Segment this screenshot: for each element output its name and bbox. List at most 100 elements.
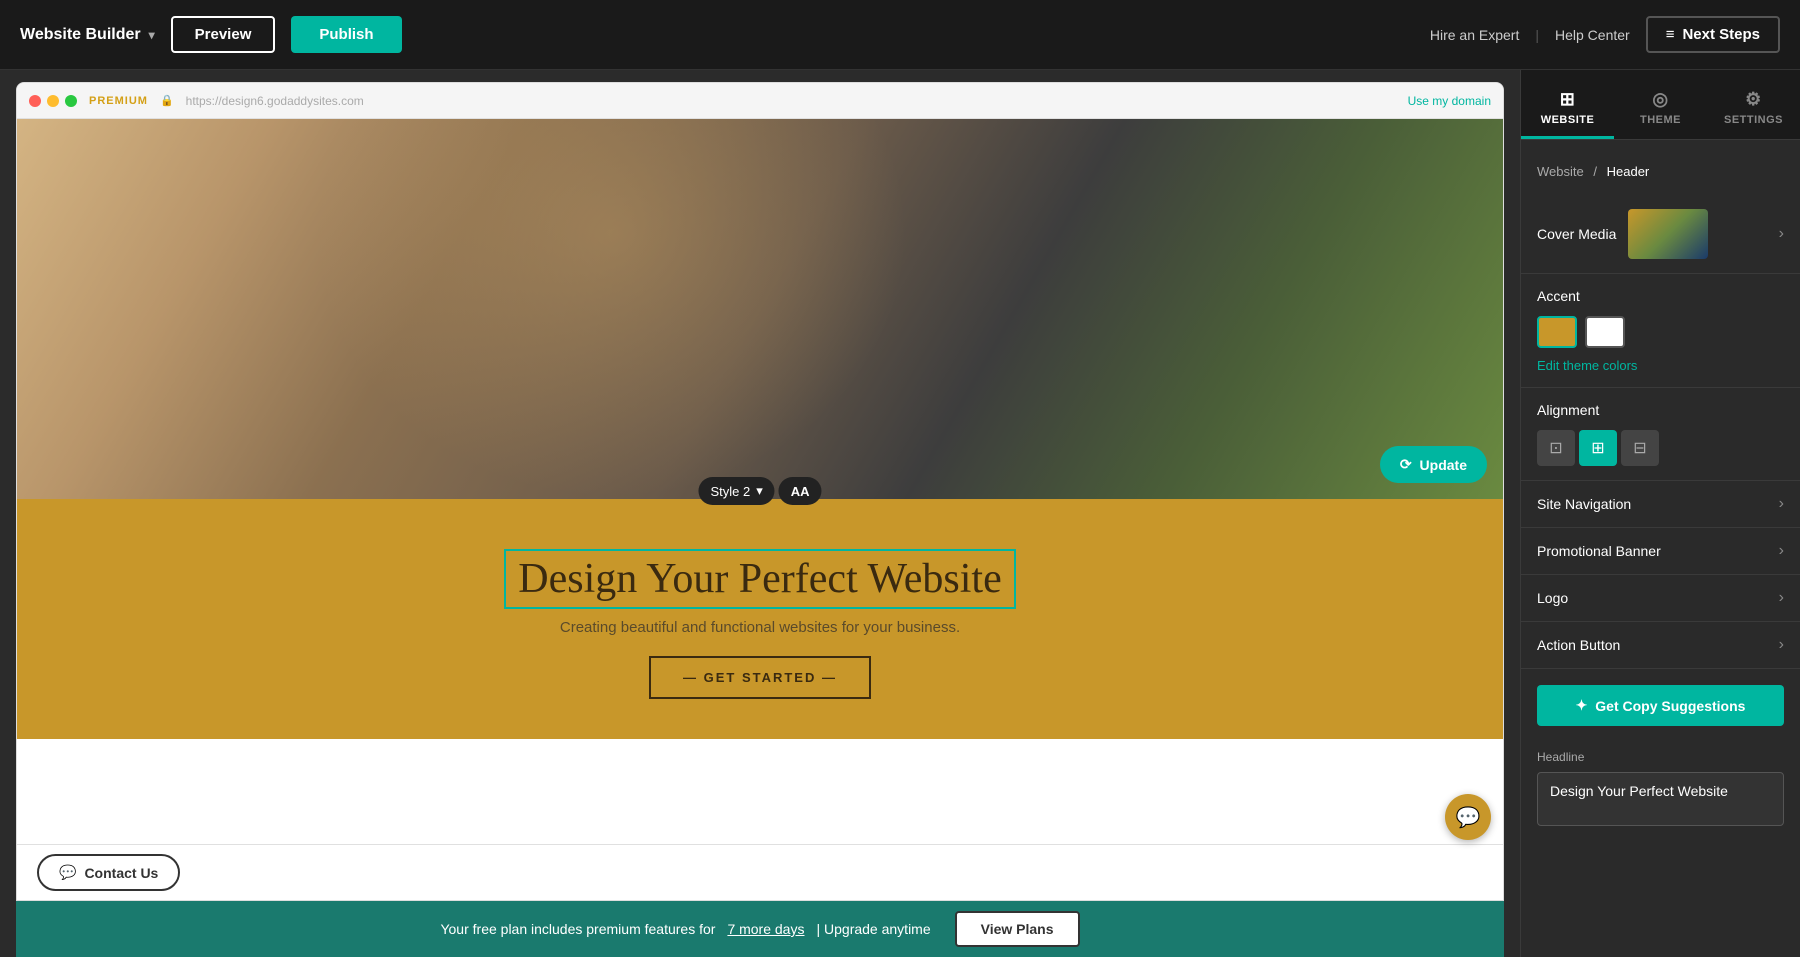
theme-tab-icon: ◎	[1652, 89, 1668, 110]
breadcrumb-separator: /	[1593, 164, 1597, 179]
hero-text-section: Style 2 ▾ AA Design Your Perfect Website…	[17, 499, 1503, 739]
browser-bar: PREMIUM 🔒 https://design6.godaddysites.c…	[17, 83, 1503, 119]
site-navigation-row[interactable]: Site Navigation ›	[1521, 481, 1800, 528]
contact-us-bar: 💬 Contact Us	[17, 844, 1503, 900]
upgrade-text: Your free plan includes premium features…	[440, 921, 715, 937]
chat-bubble-icon: 💬	[1456, 805, 1481, 830]
action-button-chevron-icon: ›	[1779, 636, 1784, 654]
browser-dots	[29, 95, 77, 107]
premium-badge: PREMIUM	[89, 95, 148, 107]
align-left-button[interactable]: ⊡	[1537, 430, 1575, 466]
publish-button[interactable]: Publish	[291, 16, 401, 53]
align-right-button[interactable]: ⊟	[1621, 430, 1659, 466]
cover-media-label: Cover Media	[1537, 226, 1616, 242]
accent-label: Accent	[1537, 288, 1784, 304]
top-bar-left: Website Builder ▾ Preview Publish	[20, 16, 402, 53]
cover-media-thumbnail	[1628, 209, 1708, 259]
website-builder-button[interactable]: Website Builder ▾	[20, 26, 155, 44]
panel-content: Website / Header Cover Media › Accent	[1521, 140, 1800, 957]
chevron-down-icon: ▾	[756, 483, 763, 499]
website-preview: ⟳ Update Style 2 ▾ AA Design Your Perfec…	[17, 119, 1503, 900]
site-navigation-label: Site Navigation	[1537, 496, 1631, 512]
accent-color-swatch-2[interactable]	[1585, 316, 1625, 348]
accent-colors	[1537, 316, 1784, 348]
upgrade-banner: Your free plan includes premium features…	[16, 901, 1504, 957]
contact-us-button[interactable]: 💬 Contact Us	[37, 854, 180, 891]
upgrade-days-link[interactable]: 7 more days	[727, 921, 804, 937]
cover-media-chevron-icon: ›	[1779, 225, 1784, 243]
lock-icon: 🔒	[160, 94, 174, 107]
preview-button[interactable]: Preview	[171, 16, 276, 53]
top-bar: Website Builder ▾ Preview Publish Hire a…	[0, 0, 1800, 70]
edit-theme-colors-link[interactable]: Edit theme colors	[1537, 358, 1784, 373]
logo-chevron-icon: ›	[1779, 589, 1784, 607]
update-button[interactable]: ⟳ Update	[1380, 446, 1487, 483]
separator: |	[1535, 27, 1539, 43]
logo-label: Logo	[1537, 590, 1568, 606]
promotional-banner-label: Promotional Banner	[1537, 543, 1661, 559]
action-button-label: Action Button	[1537, 637, 1620, 653]
settings-tab-label: SETTINGS	[1724, 114, 1783, 126]
main-layout: PREMIUM 🔒 https://design6.godaddysites.c…	[0, 70, 1800, 957]
alignment-section: Alignment ⊡ ⊞ ⊟	[1521, 388, 1800, 481]
refresh-icon: ⟳	[1400, 456, 1412, 473]
accent-color-swatch-1[interactable]	[1537, 316, 1577, 348]
upgrade-separator: | Upgrade anytime	[816, 921, 930, 937]
website-builder-label: Website Builder	[20, 26, 141, 44]
dot-red	[29, 95, 41, 107]
chevron-down-icon: ▾	[149, 28, 155, 42]
url-bar: https://design6.godaddysites.com	[186, 94, 1396, 108]
align-center-button[interactable]: ⊞	[1579, 430, 1617, 466]
tab-theme[interactable]: ◎ THEME	[1614, 70, 1707, 139]
action-button-row[interactable]: Action Button ›	[1521, 622, 1800, 669]
use-domain-link[interactable]: Use my domain	[1408, 94, 1491, 108]
accent-section: Accent Edit theme colors	[1521, 274, 1800, 388]
cover-media-row: Cover Media	[1537, 209, 1708, 259]
hero-image: ⟳ Update	[17, 119, 1503, 499]
dot-yellow	[47, 95, 59, 107]
headline-input[interactable]	[1537, 772, 1784, 826]
breadcrumb-parent[interactable]: Website	[1537, 164, 1584, 179]
canvas-area: PREMIUM 🔒 https://design6.godaddysites.c…	[0, 70, 1520, 957]
view-plans-button[interactable]: View Plans	[955, 911, 1080, 947]
dot-green	[65, 95, 77, 107]
site-navigation-chevron-icon: ›	[1779, 495, 1784, 513]
tab-website[interactable]: ⊞ WEBSITE	[1521, 70, 1614, 139]
headline-field-label: Headline	[1537, 750, 1784, 764]
alignment-buttons: ⊡ ⊞ ⊟	[1537, 430, 1784, 466]
hero-headline[interactable]: Design Your Perfect Website	[504, 549, 1015, 609]
get-copy-suggestions-button[interactable]: ✦ Get Copy Suggestions	[1537, 685, 1784, 726]
hire-expert-link[interactable]: Hire an Expert	[1430, 27, 1519, 43]
promotional-banner-chevron-icon: ›	[1779, 542, 1784, 560]
breadcrumb: Website / Header	[1521, 156, 1800, 195]
top-bar-center: Hire an Expert | Help Center ≡ Next Step…	[1430, 16, 1780, 53]
text-size-button[interactable]: AA	[779, 477, 822, 505]
headline-section: Headline	[1521, 742, 1800, 839]
help-center-link[interactable]: Help Center	[1555, 27, 1630, 43]
panel-tabs: ⊞ WEBSITE ◎ THEME ⚙ SETTINGS	[1521, 70, 1800, 140]
breadcrumb-current: Header	[1607, 164, 1650, 179]
theme-tab-label: THEME	[1640, 114, 1681, 126]
style-dropdown[interactable]: Style 2 ▾	[698, 477, 774, 505]
sparkle-icon: ✦	[1576, 697, 1588, 714]
dash-icon: —	[683, 670, 704, 685]
dash-icon-end: —	[822, 670, 837, 685]
chat-bubble-button[interactable]: 💬	[1445, 794, 1491, 840]
settings-tab-icon: ⚙	[1745, 89, 1762, 110]
cta-button[interactable]: — GET STARTED —	[649, 656, 871, 699]
browser-chrome: PREMIUM 🔒 https://design6.godaddysites.c…	[16, 82, 1504, 901]
next-steps-button[interactable]: ≡ Next Steps	[1646, 16, 1780, 53]
list-icon: ≡	[1666, 26, 1675, 43]
cover-media-section: Cover Media ›	[1521, 195, 1800, 274]
chat-icon: 💬	[59, 864, 76, 881]
website-tab-label: WEBSITE	[1541, 114, 1595, 126]
website-tab-icon: ⊞	[1560, 89, 1576, 110]
promotional-banner-row[interactable]: Promotional Banner ›	[1521, 528, 1800, 575]
hero-photo-sim	[17, 119, 1503, 499]
hero-subtext: Creating beautiful and functional websit…	[17, 619, 1503, 636]
right-panel: ⊞ WEBSITE ◎ THEME ⚙ SETTINGS Website / H…	[1520, 70, 1800, 957]
alignment-label: Alignment	[1537, 402, 1784, 418]
logo-row[interactable]: Logo ›	[1521, 575, 1800, 622]
cover-media-header[interactable]: Cover Media ›	[1537, 209, 1784, 259]
tab-settings[interactable]: ⚙ SETTINGS	[1707, 70, 1800, 139]
